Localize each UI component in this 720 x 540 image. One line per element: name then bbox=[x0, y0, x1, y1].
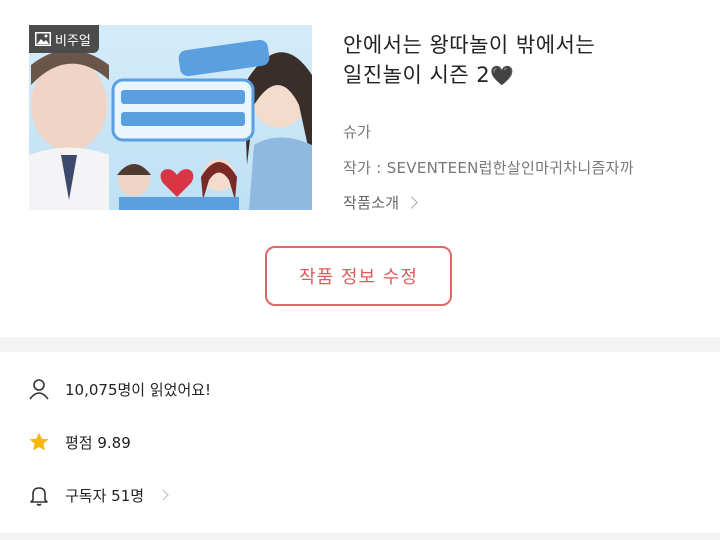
bottom-divider bbox=[0, 533, 720, 540]
work-title-line2: 일진놀이 시즌 2 bbox=[343, 63, 491, 87]
reads-count: 10,075명이 읽었어요! bbox=[65, 380, 212, 399]
work-intro-label: 작품소개 bbox=[343, 194, 400, 212]
reads-row: 10,075명이 읽었어요! bbox=[28, 378, 211, 400]
subscribers-count: 구독자 51명 bbox=[65, 486, 145, 505]
person-icon bbox=[29, 379, 49, 400]
edit-work-info-button[interactable]: 작품 정보 수정 bbox=[265, 246, 452, 306]
visual-badge: 비주얼 bbox=[29, 25, 99, 53]
visual-badge-label: 비주얼 bbox=[55, 33, 91, 49]
rating-row: 평점 9.89 bbox=[28, 431, 131, 453]
work-intro-link[interactable]: 작품소개 bbox=[343, 192, 419, 213]
image-icon bbox=[35, 32, 51, 46]
section-divider bbox=[0, 337, 720, 352]
chevron-right-icon bbox=[405, 196, 419, 209]
heart-emoji: 🖤 bbox=[490, 65, 515, 87]
bell-icon bbox=[30, 487, 48, 506]
rating-value: 평점 9.89 bbox=[65, 433, 131, 452]
work-title-line1: 안에서는 왕따놀이 밖에서는 bbox=[343, 33, 596, 57]
artist-credit: 작가 : SEVENTEEN럽한살인마귀차니즘자까 bbox=[343, 159, 634, 177]
star-icon bbox=[29, 432, 49, 451]
subscribers-row[interactable]: 구독자 51명 bbox=[28, 484, 169, 506]
chevron-right-icon bbox=[157, 489, 169, 501]
author-name[interactable]: 슈가 bbox=[343, 121, 371, 142]
work-title: 안에서는 왕따놀이 밖에서는 일진놀이 시즌 2🖤 bbox=[343, 30, 703, 91]
